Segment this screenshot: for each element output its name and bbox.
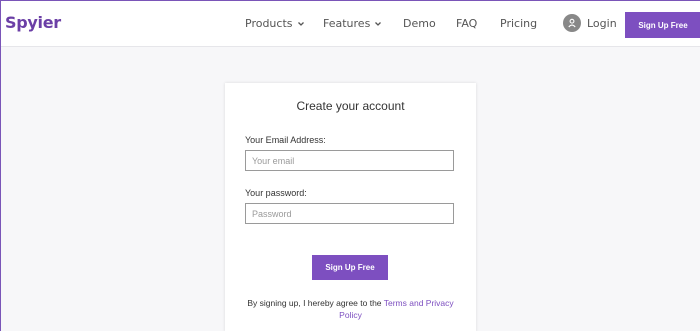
nav-demo-label: Demo (403, 17, 436, 30)
login-link[interactable]: Login (563, 14, 617, 32)
nav-demo[interactable]: Demo (403, 17, 436, 30)
terms-prefix: By signing up, I hereby agree to the (247, 298, 384, 308)
email-label: Your Email Address: (245, 135, 326, 145)
login-label: Login (587, 16, 617, 30)
signup-card: Create your account Your Email Address: … (225, 83, 476, 331)
nav-features[interactable]: Features (323, 17, 382, 30)
nav-products-label: Products (245, 17, 293, 30)
signup-submit-button[interactable]: Sign Up Free (312, 255, 388, 280)
top-navbar: Spyier Products Features Demo FAQ Pricin… (1, 1, 700, 47)
nav-pricing[interactable]: Pricing (500, 17, 537, 30)
terms-privacy-link[interactable]: Terms and Privacy (384, 298, 454, 308)
user-icon (563, 14, 581, 32)
policy-link[interactable]: Policy (339, 310, 362, 320)
terms-text: By signing up, I hereby agree to the Ter… (239, 297, 462, 321)
logo[interactable]: Spyier (5, 13, 61, 32)
nav-products[interactable]: Products (245, 17, 305, 30)
nav-faq-label: FAQ (456, 17, 478, 30)
nav-features-label: Features (323, 17, 371, 30)
chevron-down-icon (297, 21, 304, 26)
nav-pricing-label: Pricing (500, 17, 538, 30)
page: Spyier Products Features Demo FAQ Pricin… (0, 0, 700, 331)
nav-faq[interactable]: FAQ (456, 17, 477, 30)
header-signup-button[interactable]: Sign Up Free (625, 12, 700, 38)
password-label: Your password: (245, 188, 307, 198)
password-field[interactable] (245, 203, 454, 224)
email-field[interactable] (245, 150, 454, 171)
chevron-down-icon (375, 21, 382, 26)
form-title: Create your account (296, 99, 405, 113)
